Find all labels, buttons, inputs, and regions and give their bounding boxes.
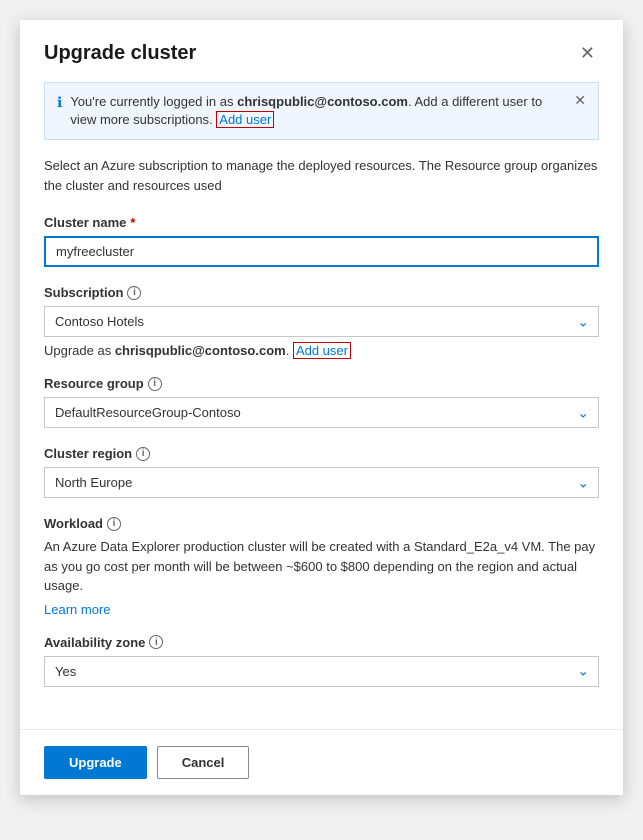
cluster-region-label: Cluster region i	[44, 446, 599, 461]
availability-zone-select[interactable]: Yes No	[44, 656, 599, 687]
dialog-title: Upgrade cluster	[44, 42, 196, 65]
required-star: *	[130, 215, 135, 230]
resource-group-info-icon: i	[148, 377, 162, 391]
cluster-region-select-wrapper: North Europe ⌄	[44, 467, 599, 498]
close-button[interactable]: ✕	[576, 40, 599, 66]
cluster-name-field-group: Cluster name *	[44, 215, 599, 267]
dialog-footer: Upgrade Cancel	[20, 729, 623, 795]
subscription-select[interactable]: Contoso Hotels	[44, 306, 599, 337]
resource-group-select-wrapper: DefaultResourceGroup-Contoso ⌄	[44, 397, 599, 428]
upgrade-as-email: chrisqpublic@contoso.com	[115, 343, 286, 358]
cluster-region-field-group: Cluster region i North Europe ⌄	[44, 446, 599, 498]
workload-label: Workload i	[44, 516, 599, 531]
banner-add-user-link[interactable]: Add user	[216, 111, 274, 128]
upgrade-cluster-dialog: Upgrade cluster ✕ ℹ You're currently log…	[20, 20, 623, 795]
cluster-name-input[interactable]	[44, 236, 599, 267]
workload-field-group: Workload i An Azure Data Explorer produc…	[44, 516, 599, 617]
info-banner-icon: ℹ	[57, 94, 62, 111]
learn-more-link[interactable]: Learn more	[44, 602, 110, 617]
cluster-region-info-icon: i	[136, 447, 150, 461]
availability-zone-select-wrapper: Yes No ⌄	[44, 656, 599, 687]
subscription-info-icon: i	[127, 286, 141, 300]
description-text: Select an Azure subscription to manage t…	[44, 156, 599, 195]
availability-zone-info-icon: i	[149, 635, 163, 649]
cluster-name-label: Cluster name *	[44, 215, 599, 230]
availability-zone-label: Availability zone i	[44, 635, 599, 650]
resource-group-label: Resource group i	[44, 376, 599, 391]
workload-description: An Azure Data Explorer production cluste…	[44, 537, 599, 596]
cancel-button[interactable]: Cancel	[157, 746, 250, 779]
resource-group-field-group: Resource group i DefaultResourceGroup-Co…	[44, 376, 599, 428]
subscription-field-group: Subscription i Contoso Hotels ⌄ Upgrade …	[44, 285, 599, 358]
upgrade-button[interactable]: Upgrade	[44, 746, 147, 779]
cluster-region-select[interactable]: North Europe	[44, 467, 599, 498]
banner-close-button[interactable]: ✕	[574, 93, 586, 107]
resource-group-select[interactable]: DefaultResourceGroup-Contoso	[44, 397, 599, 428]
workload-info-icon: i	[107, 517, 121, 531]
availability-zone-field-group: Availability zone i Yes No ⌄	[44, 635, 599, 687]
upgrade-as-text: Upgrade as chrisqpublic@contoso.com. Add…	[44, 343, 599, 358]
dialog-body: Select an Azure subscription to manage t…	[20, 156, 623, 729]
banner-email: chrisqpublic@contoso.com	[237, 94, 408, 109]
subscription-select-wrapper: Contoso Hotels ⌄	[44, 306, 599, 337]
dialog-header: Upgrade cluster ✕	[20, 20, 623, 82]
info-banner-text: You're currently logged in as chrisqpubl…	[70, 93, 566, 129]
info-banner: ℹ You're currently logged in as chrisqpu…	[44, 82, 599, 140]
banner-text-before: You're currently logged in as	[70, 94, 237, 109]
subscription-label: Subscription i	[44, 285, 599, 300]
subscription-add-user-link[interactable]: Add user	[293, 342, 351, 359]
